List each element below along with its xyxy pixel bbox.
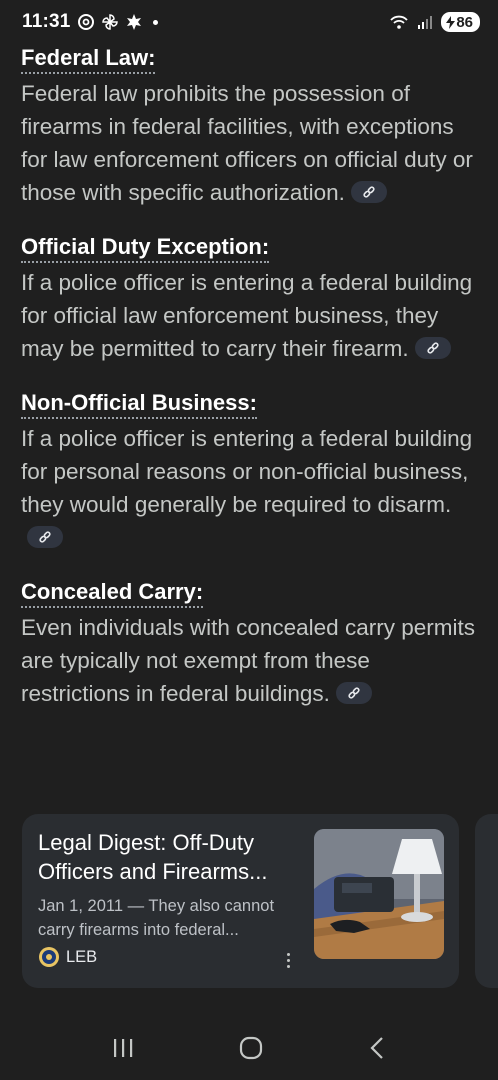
system-nav-bar <box>0 1016 498 1080</box>
card-source: LEB <box>38 946 97 968</box>
source-link-button[interactable] <box>350 181 387 204</box>
home-icon[interactable] <box>238 1035 264 1061</box>
battery-level: 86 <box>456 13 473 31</box>
charging-icon <box>446 15 456 29</box>
section-text: Federal law prohibits the possession of … <box>21 81 473 205</box>
leaf-icon <box>126 14 141 30</box>
source-link-button[interactable] <box>27 526 63 549</box>
section-official-duty: Official Duty Exception: If a police off… <box>21 233 481 365</box>
link-icon <box>348 687 360 699</box>
section-non-official: Non-Official Business: If a police offic… <box>21 389 481 554</box>
section-text: If a police officer is entering a federa… <box>21 270 473 361</box>
wifi-icon <box>390 15 408 29</box>
section-heading[interactable]: Non-Official Business: <box>21 389 257 419</box>
status-time: 11:31 <box>22 11 71 32</box>
source-card[interactable]: Legal Digest: Off-Duty Officers and Fire… <box>22 814 459 988</box>
pinwheel-icon <box>101 14 118 30</box>
card-source-name: LEB <box>66 947 98 966</box>
section-heading[interactable]: Concealed Carry: <box>21 578 204 608</box>
section-heading[interactable]: Federal Law: <box>21 44 156 74</box>
more-vert-icon[interactable] <box>281 950 295 970</box>
signal-icon <box>418 16 433 29</box>
threads-icon <box>77 14 94 30</box>
fbi-seal-icon <box>39 947 59 967</box>
section-federal-law: Federal Law: Federal law prohibits the p… <box>21 44 481 209</box>
card-title[interactable]: Legal Digest: Off-Duty Officers and Fire… <box>38 828 308 886</box>
next-card-peek[interactable] <box>475 814 498 988</box>
source-link-button[interactable] <box>414 337 451 360</box>
link-icon <box>363 186 375 198</box>
status-left: 11:31 <box>22 11 158 33</box>
battery-indicator: 86 <box>441 12 480 32</box>
nightstand-image <box>314 829 444 959</box>
card-thumbnail <box>314 829 444 959</box>
answer-content: Federal Law: Federal law prohibits the p… <box>21 44 481 734</box>
status-right: 86 <box>389 12 480 32</box>
back-icon[interactable] <box>367 1036 387 1060</box>
recents-icon[interactable] <box>111 1037 135 1059</box>
notification-dot-icon <box>152 19 158 25</box>
source-link-button[interactable] <box>335 682 372 705</box>
link-icon <box>39 531 51 543</box>
card-snippet: Jan 1, 2011 — They also cannot carry fir… <box>38 897 275 939</box>
section-concealed-carry: Concealed Carry: Even individuals with c… <box>21 578 481 710</box>
section-heading[interactable]: Official Duty Exception: <box>21 233 270 263</box>
section-text: If a police officer is entering a federa… <box>21 422 481 554</box>
status-bar: 11:31 86 <box>0 0 498 44</box>
link-icon <box>426 342 439 354</box>
section-text: Even individuals with concealed carry pe… <box>21 615 475 706</box>
